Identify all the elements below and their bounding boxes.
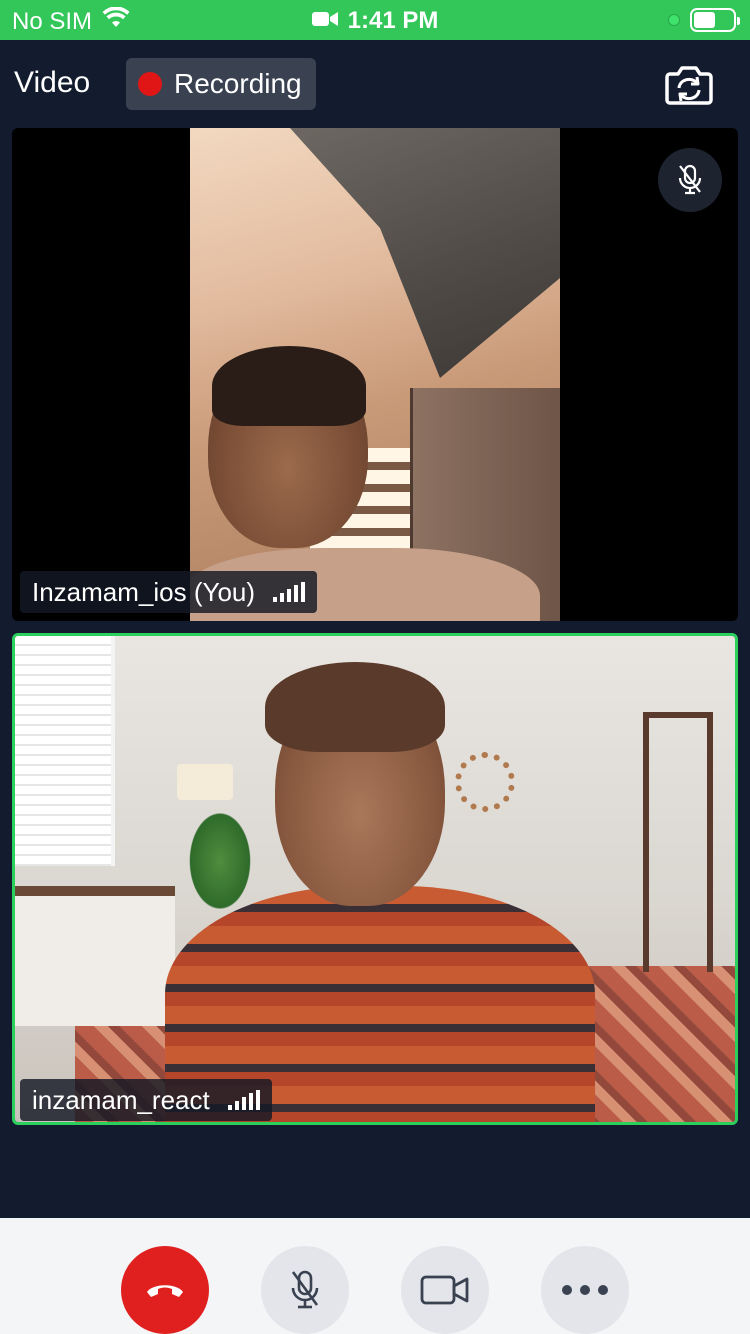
end-call-button[interactable] — [121, 1246, 209, 1334]
participant-name-label: inzamam_react — [20, 1079, 272, 1121]
local-video-feed — [190, 128, 560, 621]
recording-label: Recording — [174, 68, 302, 99]
video-camera-icon — [420, 1275, 469, 1305]
local-video-tile[interactable]: Inzamam_ios (You) — [12, 128, 738, 621]
mute-mic-button[interactable] — [261, 1246, 349, 1334]
participant-name: inzamam_react — [32, 1084, 210, 1115]
battery-icon — [690, 8, 740, 32]
signal-strength-icon — [273, 582, 306, 602]
flip-camera-button[interactable] — [664, 64, 714, 106]
camera-switch-icon — [665, 66, 713, 105]
page-title: Video — [14, 66, 91, 99]
mic-in-use-indicator — [668, 14, 680, 26]
call-header: Video Recording — [0, 40, 750, 128]
toggle-camera-button[interactable] — [401, 1246, 489, 1334]
call-controls-bar — [0, 1218, 750, 1334]
status-time: 1:41 PM — [347, 7, 439, 34]
remote-video-feed — [15, 636, 735, 1122]
remote-video-tile[interactable]: inzamam_react — [12, 633, 738, 1125]
mic-off-icon — [291, 1270, 319, 1309]
participant-name: Inzamam_ios (You) — [32, 576, 256, 607]
more-options-button[interactable] — [541, 1246, 629, 1334]
status-bar: No SIM 1:41 PM — [0, 0, 750, 40]
participant-muted-badge — [658, 148, 722, 212]
more-horizontal-icon — [562, 1285, 608, 1295]
signal-strength-icon — [227, 1090, 260, 1110]
phone-hangup-icon — [147, 1285, 183, 1297]
recording-indicator: Recording — [126, 58, 316, 110]
recording-dot-icon — [138, 72, 162, 96]
mic-off-icon — [678, 164, 702, 195]
participant-name-label: Inzamam_ios (You) — [20, 571, 318, 613]
camera-in-use-icon — [311, 7, 338, 35]
